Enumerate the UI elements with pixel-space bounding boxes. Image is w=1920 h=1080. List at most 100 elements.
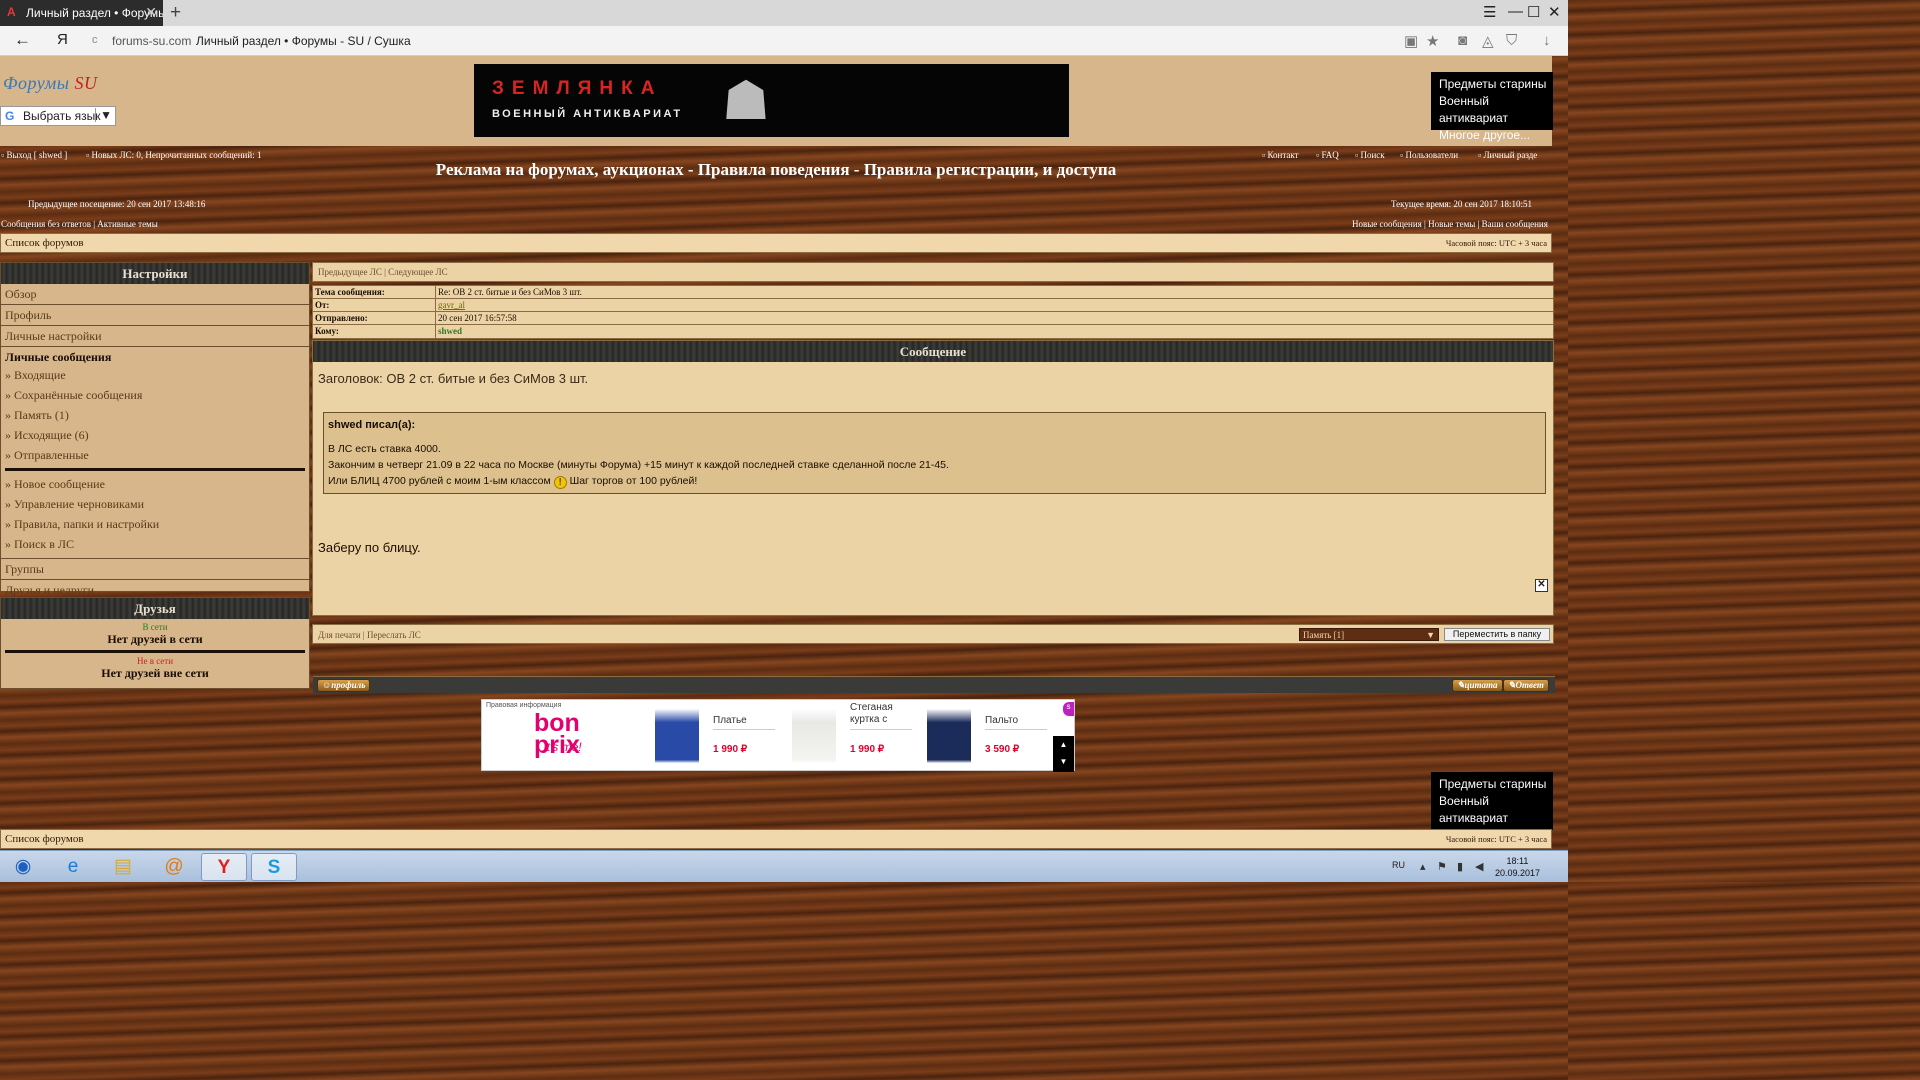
search-link[interactable]: ▫ Поиск — [1355, 150, 1385, 160]
product-name: Стеганая куртка с — [850, 702, 893, 725]
minimize-icon[interactable]: — — [1508, 3, 1523, 20]
reply-button[interactable]: ✎Ответ — [1503, 679, 1549, 692]
offline-none: Нет друзей вне сети — [101, 666, 209, 680]
pm-status-link[interactable]: ▫ Новых ЛС: 0, Непрочитанных сообщений: … — [86, 150, 261, 160]
browser-tab-active[interactable]: А Личный раздел • Форумы ✕ — [0, 0, 163, 26]
file-explorer-icon[interactable]: ▤ — [100, 853, 146, 881]
side-ad-bottom[interactable]: Предметы старины Военный антиквариат Мно… — [1431, 772, 1553, 842]
contact-link[interactable]: ▫ Контакт — [1262, 150, 1299, 160]
start-button-icon[interactable]: ◉ — [0, 853, 46, 881]
pm-outbox[interactable]: » Исходящие (6) — [5, 426, 305, 446]
product-price: 1 990 ₽ — [713, 744, 748, 755]
pm-section-title[interactable]: Личные сообщения — [5, 350, 305, 365]
pm-drafts[interactable]: » Управление черновиками — [5, 495, 305, 515]
side-ad-line: Военный антиквариат — [1439, 94, 1508, 125]
pm-navigation[interactable]: Предыдущее ЛС | Следующее ЛС — [312, 262, 1554, 282]
pm-compose[interactable]: » Новое сообщение — [5, 475, 305, 495]
pm-search[interactable]: » Поиск в ЛС — [5, 535, 305, 555]
from-user-link[interactable]: gavr_al — [438, 300, 465, 310]
internet-explorer-icon[interactable]: e — [50, 853, 96, 881]
site-logo[interactable]: Форумы SU — [3, 73, 97, 94]
skype-icon[interactable]: S — [251, 853, 297, 881]
quote-button[interactable]: ✎цитата — [1452, 679, 1503, 692]
board-rules-title[interactable]: Реклама на форумах, аукционах - Правила … — [0, 160, 1552, 180]
profile-button[interactable]: ☺профиль — [317, 679, 371, 692]
volume-icon[interactable]: ◀ — [1475, 860, 1483, 873]
ucp-link[interactable]: ▫ Личный разде — [1478, 150, 1537, 160]
protect-icon[interactable]: ◬ — [1482, 32, 1494, 50]
system-clock[interactable]: 18:11 20.09.2017 — [1495, 855, 1540, 879]
quicklinks-right[interactable]: Новые сообщения | Новые темы | Ваши сооб… — [1352, 219, 1548, 229]
yandex-icon[interactable]: Я — [57, 31, 68, 48]
refresh-icon[interactable]: c — [92, 34, 98, 46]
faq-link[interactable]: ▫ FAQ — [1316, 150, 1339, 160]
users-label: Пользователи — [1405, 150, 1459, 160]
pm-rules-folders[interactable]: » Правила, папки и настройки — [5, 515, 305, 535]
to-label: Кому: — [315, 326, 339, 336]
users-link[interactable]: ▫ Пользователи — [1400, 150, 1458, 160]
flag-icon[interactable]: ⚑ — [1437, 860, 1447, 873]
pm-view: Предыдущее ЛС | Следующее ЛС Тема сообще… — [312, 262, 1555, 693]
pm-sent[interactable]: » Отправленные — [5, 446, 305, 466]
side-ad-top[interactable]: Предметы старины Военный антиквариат Мно… — [1431, 72, 1553, 142]
bookmark-star-icon[interactable]: ★ — [1426, 32, 1439, 50]
tray-arrow-icon[interactable]: ▴ — [1420, 860, 1426, 873]
logout-link[interactable]: ▫ Выход [ shwed ] — [1, 150, 67, 160]
language-select[interactable]: G Выбрать язык ▼ — [0, 106, 116, 126]
ad-product[interactable]: Пальто 3 590 ₽ — [927, 700, 1052, 772]
url-host[interactable]: forums-su.com — [112, 34, 191, 48]
back-arrow-icon[interactable]: ← — [14, 30, 31, 50]
new-tab-button[interactable]: + — [170, 2, 181, 24]
download-icon[interactable]: ↓ — [1543, 32, 1551, 49]
ad-legal-link[interactable]: Правовая информация — [486, 702, 561, 709]
quote-button-label: цитата — [1464, 680, 1498, 690]
faq-label: FAQ — [1321, 150, 1339, 160]
menu-icon[interactable]: ☰ — [1483, 3, 1496, 21]
move-to-folder-button[interactable]: Переместить в папку — [1444, 628, 1550, 641]
shield-icon[interactable]: ⛉ — [1506, 32, 1517, 49]
breadcrumb-forum-list[interactable]: Список форумов — [5, 833, 84, 845]
quote-line: В ЛС есть ставка 4000. — [328, 443, 441, 455]
offline-label: Не в сети — [136, 656, 174, 666]
ad-scroll[interactable]: ▲ ▼ — [1053, 736, 1074, 772]
print-forward-links[interactable]: Для печати | Переслать ЛС — [318, 630, 421, 640]
mail-agent-icon[interactable]: @ — [151, 853, 197, 881]
breadcrumb-forum-list[interactable]: Список форумов — [5, 237, 84, 249]
soldier-figure-icon: ☗ — [721, 71, 771, 131]
pm-section: Личные сообщения » Входящие » Сохранённы… — [1, 347, 309, 559]
divider — [5, 468, 305, 471]
contact-label: Контакт — [1267, 150, 1299, 160]
quote-line: Закончим в четверг 21.09 в 22 часа по Мо… — [328, 459, 949, 471]
pm-memory[interactable]: » Память (1) — [5, 406, 305, 426]
to-user-link[interactable]: shwed — [438, 326, 462, 336]
subject-value: Re: ОВ 2 ст. битые и без СиМов 3 шт. — [438, 287, 582, 297]
bonprix-ad[interactable]: Правовая информация bon prix it's me! Пла… — [481, 699, 1075, 772]
sidebar-item-profile[interactable]: Профиль — [1, 305, 309, 326]
ad-product[interactable]: Стеганая куртка с 1 990 ₽ — [792, 700, 922, 772]
pm-inbox[interactable]: » Входящие — [5, 366, 305, 386]
banner-title: ЗЕМЛЯНКА — [492, 78, 663, 99]
sidebar-item-preferences[interactable]: Личные настройки — [1, 326, 309, 347]
last-visit: Предыдущее посещение: 20 сен 2017 13:48:… — [28, 199, 206, 209]
ad-product[interactable]: Платье 1 990 ₽ — [655, 700, 785, 772]
language-indicator[interactable]: RU — [1392, 860, 1405, 870]
scroll-up-icon[interactable]: ▲ — [1053, 736, 1074, 753]
pm-saved[interactable]: » Сохранённые сообщения — [5, 386, 305, 406]
network-icon[interactable]: ▮ — [1457, 860, 1463, 873]
reader-mode-icon[interactable]: ▣ — [1404, 32, 1418, 50]
yandex-browser-icon[interactable]: Y — [201, 853, 247, 881]
close-window-icon[interactable]: ✕ — [1548, 3, 1561, 21]
extension-icon[interactable]: ◙ — [1458, 32, 1467, 49]
folder-select[interactable]: Память [1] ▼ — [1299, 628, 1439, 641]
reply-button-label: Ответ — [1515, 680, 1544, 690]
subject-label: Тема сообщения: — [315, 287, 385, 297]
top-banner-ad[interactable]: ЗЕМЛЯНКА ВОЕННЫЙ АНТИКВАРИАТ ☗ — [474, 64, 1069, 137]
url-page-title[interactable]: Личный раздел • Форумы - SU / Сушка — [196, 34, 411, 48]
scroll-down-icon[interactable]: ▼ — [1053, 753, 1074, 770]
quicklinks-left[interactable]: Сообщения без ответов | Активные темы — [1, 219, 158, 229]
sidebar-item-overview[interactable]: Обзор — [1, 284, 309, 305]
maximize-icon[interactable]: ☐ — [1527, 3, 1540, 21]
sidebar-item-groups[interactable]: Группы — [1, 559, 309, 580]
delete-message-icon[interactable]: ✕ — [1535, 579, 1548, 592]
close-tab-icon[interactable]: ✕ — [145, 4, 157, 21]
